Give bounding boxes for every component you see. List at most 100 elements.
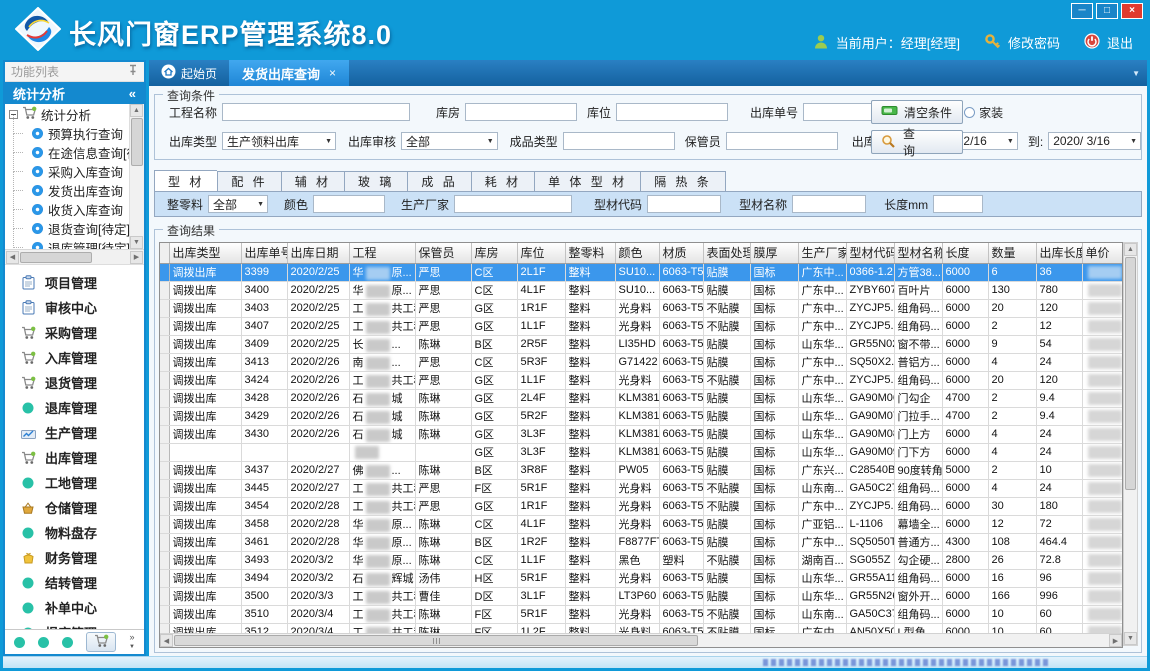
table-row[interactable]: 调拨出库34582020/2/28华原...陈琳C区4L1F整料光身料6063-… bbox=[160, 515, 1123, 533]
sidebar-item-退库管理[interactable]: 退库管理 bbox=[5, 395, 144, 420]
nav-overflow-dot-icon[interactable] bbox=[14, 637, 25, 648]
material-tab[interactable]: 耗 材 bbox=[471, 171, 534, 192]
warehouse-input[interactable] bbox=[465, 103, 577, 121]
column-header[interactable]: 单价 bbox=[1082, 243, 1123, 263]
audit-select[interactable]: 全部▼ bbox=[401, 132, 498, 150]
table-row[interactable]: 调拨出库34612020/2/28华原...陈琳B区1R2F整料F8877FT6… bbox=[160, 533, 1123, 551]
column-header[interactable]: 出库长度 bbox=[1036, 243, 1082, 263]
close-button[interactable]: × bbox=[1121, 3, 1143, 19]
table-row[interactable]: 调拨出库34282020/2/26石城陈琳G区2L4F整料KLM38176063… bbox=[160, 389, 1123, 407]
grid-horizontal-scrollbar[interactable]: ◀ ▶ bbox=[160, 633, 1122, 647]
column-header[interactable]: 膜厚 bbox=[750, 243, 798, 263]
nav-overflow-dot-icon[interactable] bbox=[38, 637, 49, 648]
table-row[interactable]: 调拨出库34092020/2/25长...陈琳B区2R5F整料LI35HD606… bbox=[160, 335, 1123, 353]
project-name-input[interactable] bbox=[222, 103, 410, 121]
pin-icon[interactable] bbox=[128, 64, 138, 79]
table-row[interactable]: 调拨出库34132020/2/26南...严思C区5R3F整料G71422606… bbox=[160, 353, 1123, 371]
table-row[interactable]: 调拨出库34302020/2/26石城陈琳G区3L3F整料KLM38176063… bbox=[160, 425, 1123, 443]
table-row[interactable]: G区3L3F整料KLM38176063-T5贴膜国标山东华...GA90M09.… bbox=[160, 443, 1123, 461]
scroll-right-icon[interactable]: ▶ bbox=[1109, 634, 1122, 647]
table-row[interactable]: 调拨出库34072020/2/25工共工程严思G区1L1F整料光身料6063-T… bbox=[160, 317, 1123, 335]
profile-name-input[interactable] bbox=[792, 195, 866, 213]
scroll-up-icon[interactable]: ▲ bbox=[130, 104, 143, 117]
tab-overflow-dropdown-icon[interactable]: ▼ bbox=[1132, 69, 1140, 78]
table-row[interactable]: 调拨出库35102020/3/4工共工程陈琳F区5R1F整料光身料6063-T5… bbox=[160, 605, 1123, 623]
scroll-down-icon[interactable]: ▼ bbox=[1124, 632, 1137, 645]
clear-conditions-button[interactable]: 清空条件 bbox=[871, 100, 963, 124]
scroll-right-icon[interactable]: ▶ bbox=[130, 251, 143, 264]
sidebar-item-生产管理[interactable]: 生产管理 bbox=[5, 420, 144, 445]
column-header[interactable]: 库房 bbox=[471, 243, 517, 263]
sidebar-item-补单中心[interactable]: 补单中心 bbox=[5, 595, 144, 620]
scroll-down-icon[interactable]: ▼ bbox=[130, 236, 143, 249]
scrollbar-thumb[interactable] bbox=[131, 118, 143, 166]
tab-close-icon[interactable]: × bbox=[329, 66, 336, 80]
scroll-left-icon[interactable]: ◀ bbox=[160, 634, 173, 647]
column-header[interactable]: 材质 bbox=[659, 243, 703, 263]
tree-item[interactable]: 预算执行查询 bbox=[5, 124, 129, 143]
material-tab[interactable]: 单 体 型 材 bbox=[534, 171, 640, 192]
table-row[interactable]: 调拨出库34292020/2/26石城陈琳G区5R2F整料KLM38176063… bbox=[160, 407, 1123, 425]
column-header[interactable]: 整零料 bbox=[565, 243, 615, 263]
column-header[interactable]: 出库类型 bbox=[169, 243, 241, 263]
nav-cart-button[interactable] bbox=[86, 632, 116, 652]
scroll-left-icon[interactable]: ◀ bbox=[6, 251, 19, 264]
sidebar-item-审核中心[interactable]: 审核中心 bbox=[5, 295, 144, 320]
table-row[interactable]: 调拨出库34242020/2/26工共工程严思G区1L1F整料光身料6063-T… bbox=[160, 371, 1123, 389]
tab-home[interactable]: 起始页 bbox=[149, 60, 229, 86]
column-header[interactable]: 库位 bbox=[517, 243, 565, 263]
minimize-button[interactable]: ─ bbox=[1071, 3, 1093, 19]
profile-code-input[interactable] bbox=[647, 195, 721, 213]
tree-item[interactable]: 收货入库查询 bbox=[5, 200, 129, 219]
location-input[interactable] bbox=[616, 103, 728, 121]
date-to-picker[interactable]: 2020/ 3/16▼ bbox=[1048, 132, 1141, 150]
column-header[interactable]: 长度 bbox=[942, 243, 988, 263]
column-header[interactable]: 生产厂家 bbox=[798, 243, 846, 263]
nav-overflow-chevron[interactable]: »▼ bbox=[129, 633, 135, 651]
column-header[interactable]: 数量 bbox=[988, 243, 1036, 263]
column-header[interactable]: 保管员 bbox=[415, 243, 471, 263]
material-tab[interactable]: 隔 热 条 bbox=[640, 171, 726, 192]
home-decor-radio[interactable] bbox=[964, 107, 975, 118]
column-header[interactable]: 出库日期 bbox=[287, 243, 349, 263]
sidebar-item-财务管理[interactable]: 财务管理 bbox=[5, 545, 144, 570]
tree-root-node[interactable]: 统计分析 bbox=[5, 104, 129, 124]
logout-button[interactable]: 退出 bbox=[1107, 33, 1133, 52]
sidebar-item-仓储管理[interactable]: 仓储管理 bbox=[5, 495, 144, 520]
sidebar-item-物料盘存[interactable]: 物料盘存 bbox=[5, 520, 144, 545]
collapse-icon[interactable]: « bbox=[129, 86, 136, 101]
manufacturer-input[interactable] bbox=[454, 195, 572, 213]
table-row[interactable]: 调拨出库34002020/2/25华原...严思C区4L1F整料SU10...6… bbox=[160, 281, 1123, 299]
table-row[interactable]: 调拨出库34372020/2/27佛...陈琳B区3R8F整料PW056063-… bbox=[160, 461, 1123, 479]
nav-overflow-dot-icon[interactable] bbox=[62, 637, 73, 648]
tree-item[interactable]: 在途信息查询[待 bbox=[5, 143, 129, 162]
out-type-select[interactable]: 生产领料出库▼ bbox=[222, 132, 336, 150]
keeper-input[interactable] bbox=[726, 132, 838, 150]
column-header[interactable]: 工程 bbox=[349, 243, 415, 263]
maximize-button[interactable]: □ bbox=[1096, 3, 1118, 19]
length-input[interactable] bbox=[933, 195, 983, 213]
column-header[interactable]: 颜色 bbox=[615, 243, 659, 263]
material-tab[interactable]: 成 品 bbox=[407, 171, 470, 192]
sidebar-item-入库管理[interactable]: 入库管理 bbox=[5, 345, 144, 370]
sidebar-item-项目管理[interactable]: 项目管理 bbox=[5, 270, 144, 295]
grid-vertical-scrollbar[interactable]: ▲ ▼ bbox=[1123, 242, 1138, 646]
column-header[interactable]: 出库单号 bbox=[241, 243, 287, 263]
color-input[interactable] bbox=[313, 195, 385, 213]
search-button[interactable]: 查 询 bbox=[871, 130, 963, 154]
material-tab[interactable]: 玻 璃 bbox=[344, 171, 407, 192]
table-row[interactable]: 调拨出库34032020/2/25工共工程严思G区1R1F整料光身料6063-T… bbox=[160, 299, 1123, 317]
tree-item[interactable]: 发货出库查询 bbox=[5, 181, 129, 200]
sidebar-item-报废管理[interactable]: 报废管理 bbox=[5, 620, 144, 629]
column-header[interactable]: 型材名称 bbox=[894, 243, 942, 263]
tree-item[interactable]: 退库管理[待定] bbox=[5, 238, 129, 249]
tree-item[interactable]: 采购入库查询 bbox=[5, 162, 129, 181]
table-row[interactable]: 调拨出库34542020/2/28工共工程严思G区1R1F整料光身料6063-T… bbox=[160, 497, 1123, 515]
sidebar-item-结转管理[interactable]: 结转管理 bbox=[5, 570, 144, 595]
table-row[interactable]: 调拨出库35002020/3/3工共工程曹佳D区3L1F整料LT3P606063… bbox=[160, 587, 1123, 605]
table-row[interactable]: 调拨出库34932020/3/2华原...陈琳C区1L1F整料黑色塑料不贴膜国标… bbox=[160, 551, 1123, 569]
sidebar-item-工地管理[interactable]: 工地管理 bbox=[5, 470, 144, 495]
column-header[interactable]: 表面处理 bbox=[703, 243, 750, 263]
table-row[interactable]: 调拨出库33992020/2/25华原...严思C区2L1F整料SU10...6… bbox=[160, 263, 1123, 281]
tree-item[interactable]: 退货查询[待定] bbox=[5, 219, 129, 238]
